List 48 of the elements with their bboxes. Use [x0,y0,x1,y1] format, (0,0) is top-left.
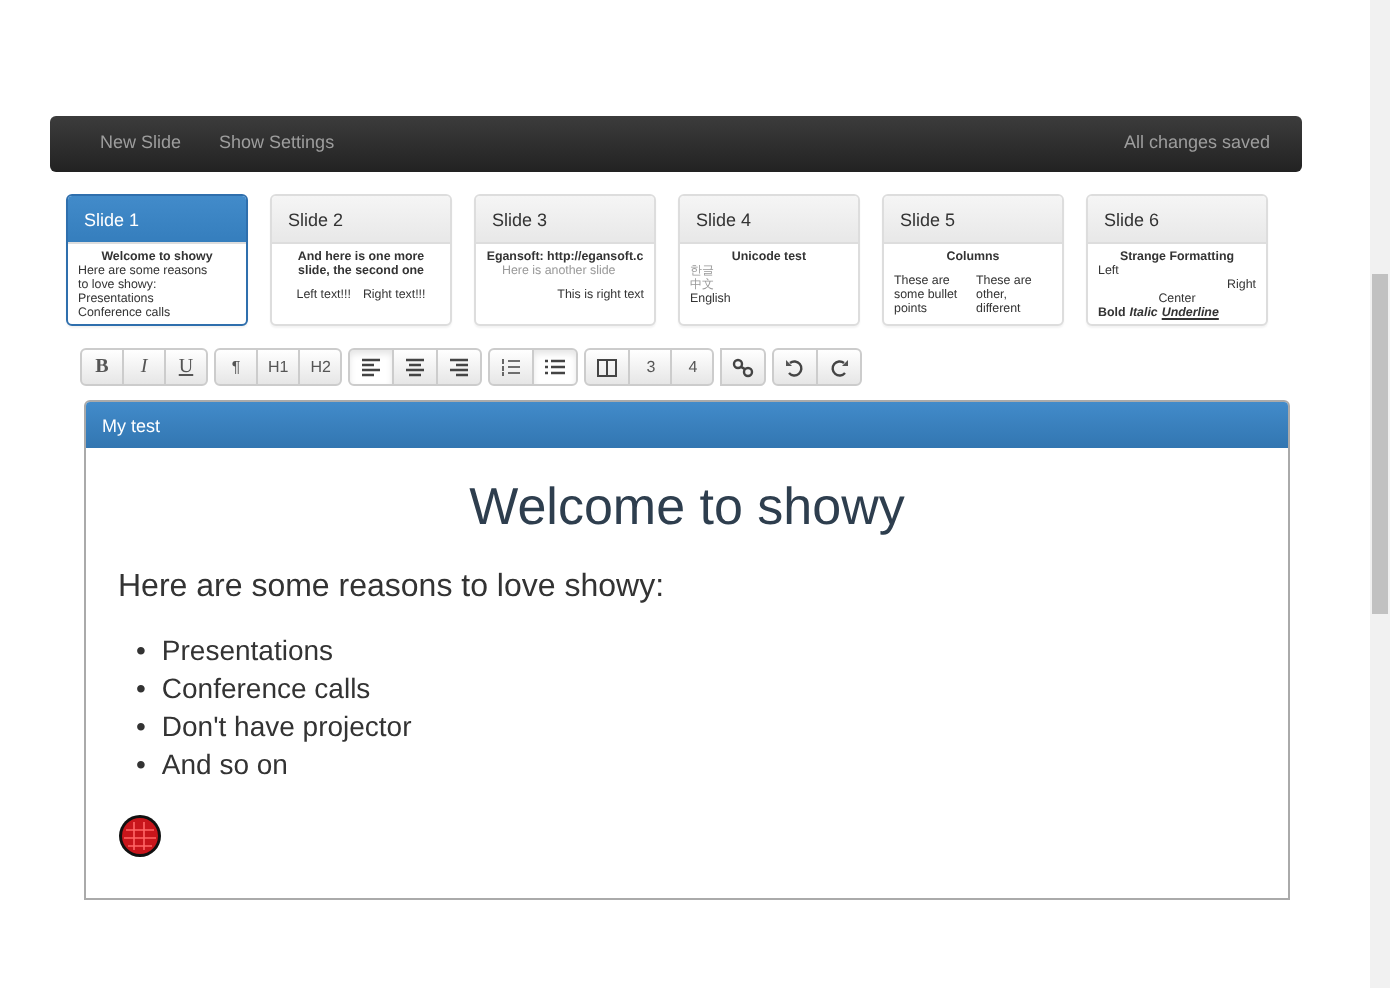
slide-title: Slide 6 [1088,196,1266,244]
toolbar-button[interactable]: ¶ [214,348,258,386]
list-item: Don't have projector [161,708,412,747]
nav-link[interactable]: Show Settings [219,130,335,158]
toolbar-button[interactable] [816,348,863,386]
slide-paragraph: Here are some reasons to love showy: [118,568,667,609]
toolbar-button[interactable]: H2 [298,348,343,386]
scrollbar[interactable] [1370,0,1390,988]
slide-heading: Welcome to showy [467,476,907,539]
toolbar-button[interactable]: 4 [670,348,715,386]
nav-link[interactable]: New Slide [100,130,182,158]
list-item: Conference calls [161,670,371,709]
align-right-icon [448,357,471,377]
link-icon [732,357,755,377]
toolbar-button[interactable] [772,348,819,386]
toolbar-button[interactable] [488,348,535,386]
toolbar-button[interactable] [348,348,395,386]
bullet: • [136,746,146,785]
toolbar-button[interactable]: 3 [628,348,673,386]
list-item: And so on [161,746,288,785]
slide-title: Slide 2 [272,196,450,244]
list-item: Presentations [161,632,334,671]
bullet: • [136,670,146,709]
numbered-list-icon [500,357,523,377]
align-left-icon [360,357,383,377]
toolbar-button[interactable]: B [80,348,124,386]
slide-title: Slide 5 [884,196,1062,244]
redo-icon [828,357,851,377]
bullet-list-icon [544,357,567,377]
slide-title: Slide 3 [476,196,654,244]
toolbar-button[interactable]: I [122,348,166,386]
slide-title: Slide 1 [68,196,246,244]
align-center-icon [404,357,427,377]
bullet: • [136,632,146,671]
toolbar-button[interactable] [584,348,631,386]
toolbar-button[interactable] [720,348,767,386]
toolbar-button[interactable]: H1 [256,348,301,386]
panel-title: My test [86,402,1288,448]
ball-icon [118,813,162,858]
slide-title: Slide 4 [680,196,858,244]
toolbar-button[interactable] [532,348,579,386]
undo-icon [784,357,807,377]
toolbar-button[interactable]: U [164,348,208,386]
bullet: • [136,708,146,747]
save-status: All changes saved [1123,130,1270,157]
toolbar-button[interactable] [392,348,439,386]
toolbar-button[interactable] [436,348,483,386]
columns-icon [596,357,619,377]
